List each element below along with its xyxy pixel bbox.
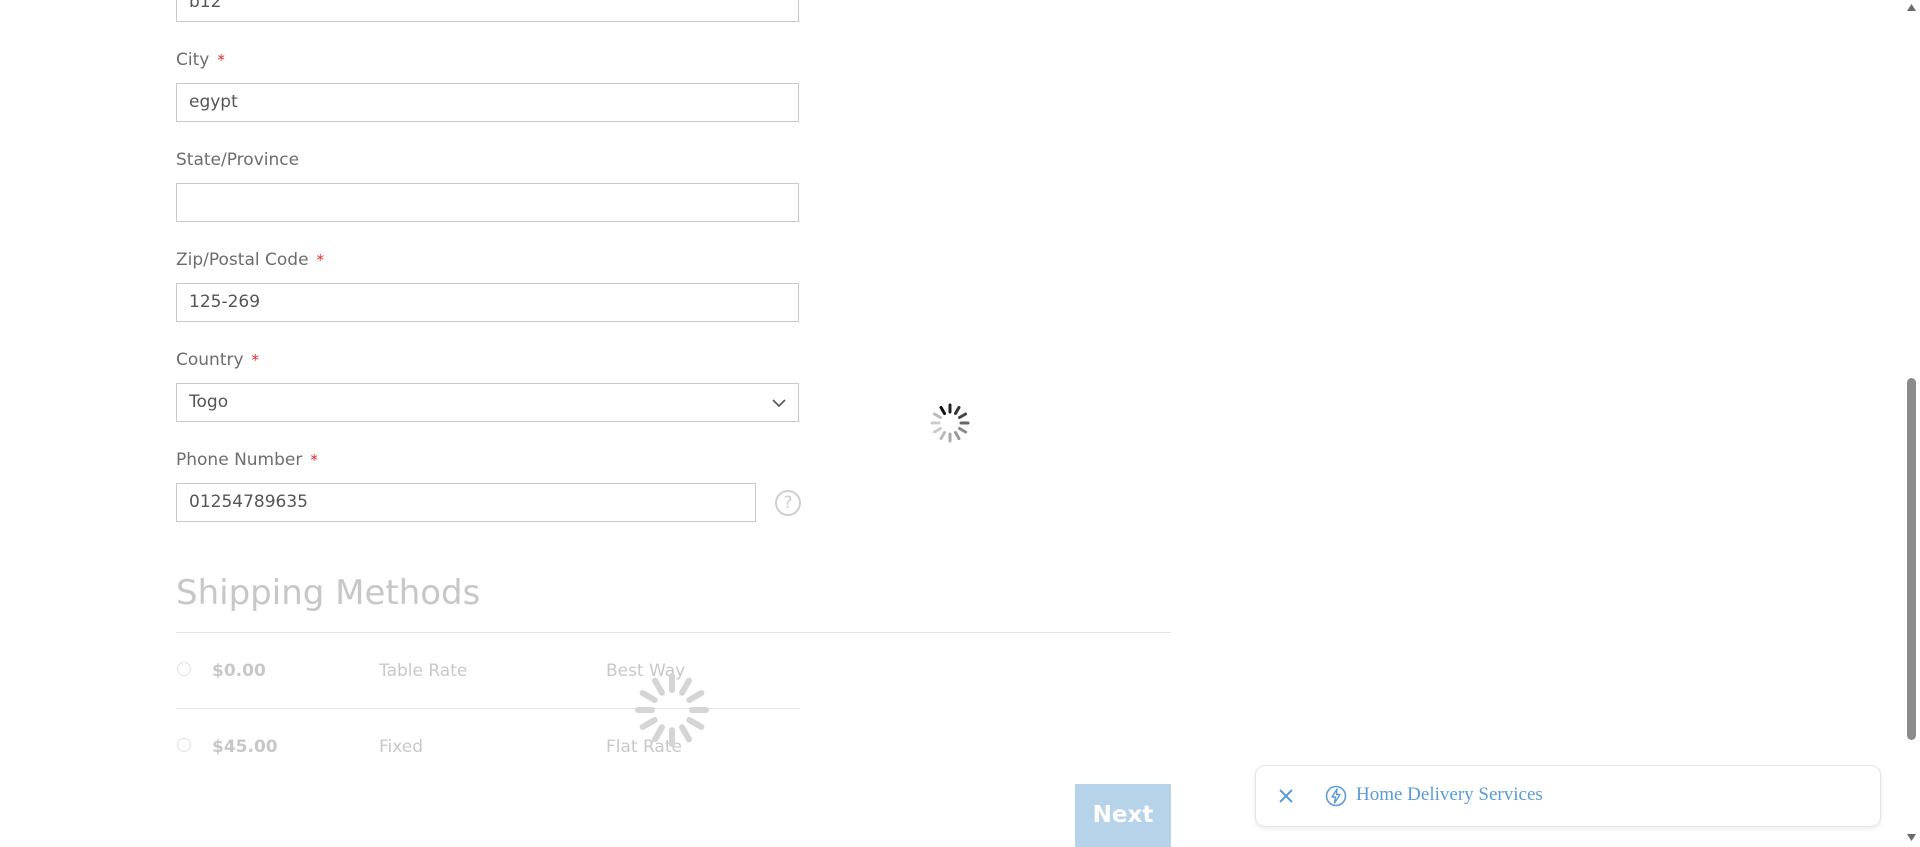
state-input[interactable]	[176, 183, 799, 222]
shipping-method: Table Rate	[379, 661, 468, 681]
country-select-value: Togo	[189, 392, 229, 412]
state-label: State/Province	[176, 150, 300, 170]
home-delivery-toast: Home Delivery Services	[1255, 765, 1881, 827]
city-label: City *	[176, 50, 225, 70]
chevron-down-icon	[772, 399, 786, 408]
city-input[interactable]: egypt	[176, 83, 799, 122]
shipping-price: $45.00	[212, 737, 278, 757]
shipping-methods-title: Shipping Methods	[176, 573, 481, 613]
country-label: Country *	[176, 350, 260, 370]
toast-text[interactable]: Home Delivery Services	[1356, 784, 1543, 806]
required-marker: *	[316, 251, 325, 269]
next-button[interactable]: Next	[1075, 784, 1171, 847]
loading-spinner-icon	[930, 403, 970, 443]
country-select[interactable]: Togo	[176, 383, 799, 422]
scroll-thumb[interactable]	[1907, 378, 1916, 740]
shipping-radio[interactable]	[177, 662, 191, 676]
shipping-price: $0.00	[212, 661, 266, 681]
required-marker: *	[310, 451, 318, 469]
phone-label: Phone Number *	[176, 450, 318, 470]
loading-spinner-icon	[635, 673, 709, 747]
page-scrollbar[interactable]	[1903, 0, 1920, 847]
shipping-method: Fixed	[379, 737, 424, 757]
scroll-down-arrow-icon[interactable]	[1906, 833, 1917, 842]
help-icon[interactable]: ?	[775, 490, 801, 516]
close-icon[interactable]	[1276, 786, 1296, 806]
required-marker: *	[251, 351, 260, 369]
scroll-up-arrow-icon[interactable]	[1906, 3, 1917, 12]
lightning-icon	[1325, 785, 1347, 807]
zip-input[interactable]: 125-269	[176, 283, 799, 322]
zip-label: Zip/Postal Code *	[176, 250, 325, 270]
divider	[176, 632, 1171, 633]
phone-input[interactable]: 01254789635	[176, 483, 756, 522]
required-marker: *	[217, 51, 225, 69]
street-input[interactable]: b12	[176, 0, 799, 22]
shipping-radio[interactable]	[177, 738, 191, 752]
